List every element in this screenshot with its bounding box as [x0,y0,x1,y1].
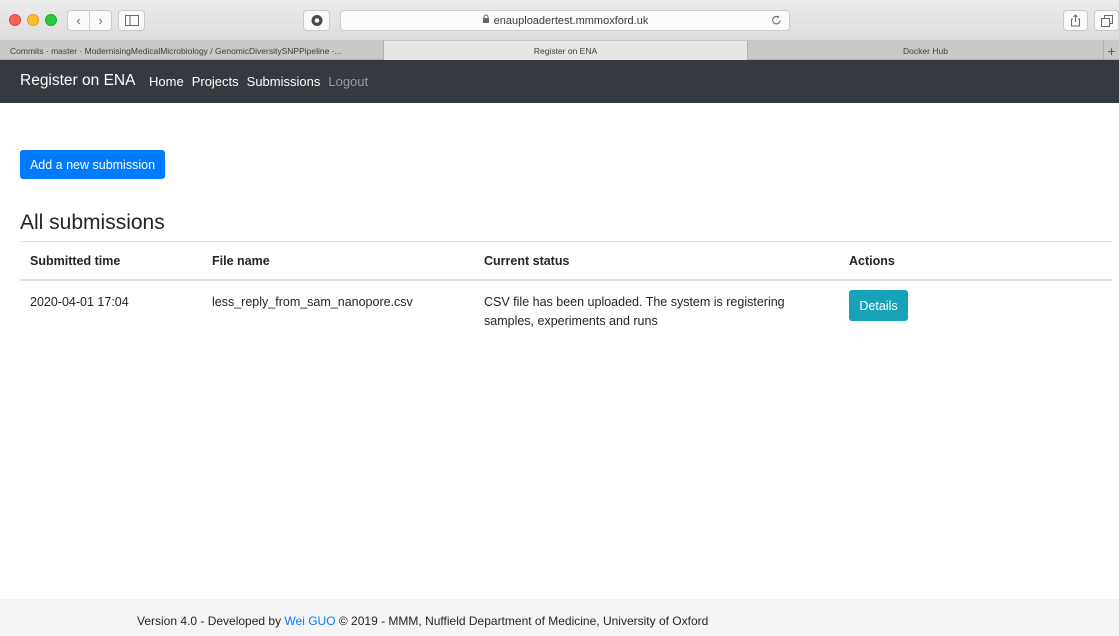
column-header-current-status: Current status [484,254,570,268]
brand-link[interactable]: Register on ENA [20,72,135,90]
column-header-file-name: File name [212,254,270,268]
column-header-actions: Actions [849,254,895,268]
back-icon[interactable]: ‹ [68,11,89,30]
cell-current-status: CSV file has been uploaded. The system i… [484,295,785,328]
lock-icon [482,14,490,27]
page-title: All submissions [20,211,165,234]
zoom-window-button[interactable] [45,14,57,26]
nav-projects[interactable]: Projects [192,74,239,89]
app-navbar: Register on ENA Home Projects Submission… [0,60,1119,103]
nav-logout[interactable]: Logout [328,74,368,89]
author-link[interactable]: Wei GUO [284,614,335,628]
shield-icon[interactable] [303,10,330,31]
tab-register-on-ena[interactable]: Register on ENA [384,41,748,60]
tabs-icon[interactable] [1094,10,1119,31]
nav-submissions[interactable]: Submissions [247,74,321,89]
page-footer: Version 4.0 - Developed by Wei GUO © 201… [0,599,1119,636]
close-window-button[interactable] [9,14,21,26]
tab-docker-hub[interactable]: Docker Hub [748,41,1104,60]
forward-icon[interactable]: › [89,11,111,30]
cell-file-name: less_reply_from_sam_nanopore.csv [212,295,413,309]
history-nav: ‹ › [67,10,112,31]
sidebar-icon[interactable] [118,10,145,31]
reload-icon[interactable] [771,14,782,29]
column-header-submitted-time: Submitted time [30,254,121,268]
minimize-window-button[interactable] [27,14,39,26]
footer-text: Version 4.0 - Developed by Wei GUO © 201… [137,614,708,628]
nav-home[interactable]: Home [149,74,184,89]
table-header-border [20,279,1112,281]
new-tab-button[interactable]: + [1104,41,1119,60]
nav-links: Home Projects Submissions Logout [149,74,376,89]
details-button[interactable]: Details [849,290,908,321]
table-top-border [20,241,1112,242]
tab-commits[interactable]: Commits · master · ModernisingMedicalMic… [0,41,384,60]
footer-prefix: Version 4.0 - Developed by [137,614,285,628]
add-submission-button[interactable]: Add a new submission [20,150,165,179]
share-icon[interactable] [1063,10,1088,31]
browser-toolbar: ‹ › enauploadertest.mmmoxford.uk [0,0,1119,41]
url-text: enauploadertest.mmmoxford.uk [493,14,649,27]
tab-bar: Commits · master · ModernisingMedicalMic… [0,41,1119,60]
cell-submitted-time: 2020-04-01 17:04 [30,295,129,309]
address-bar[interactable]: enauploadertest.mmmoxford.uk [340,10,790,31]
footer-suffix: © 2019 - MMM, Nuffield Department of Med… [335,614,709,628]
